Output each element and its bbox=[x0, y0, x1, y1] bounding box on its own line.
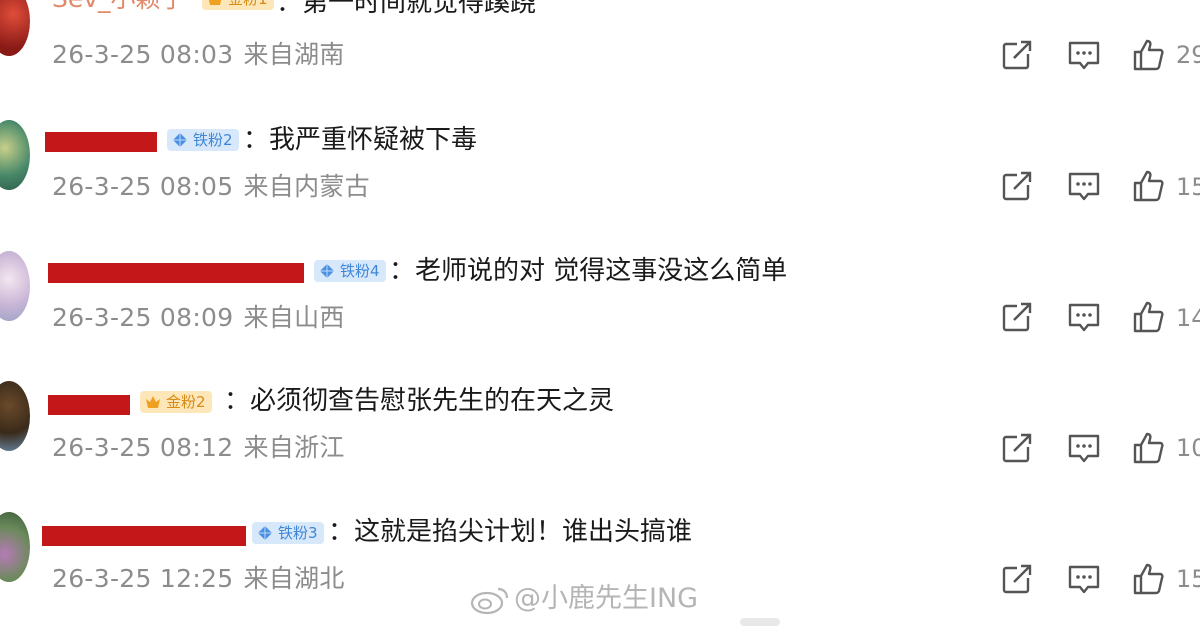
comment-location: 来自内蒙古 bbox=[243, 172, 370, 201]
like-button[interactable] bbox=[1132, 431, 1166, 465]
watermark-text: @小鹿先生ING bbox=[514, 583, 699, 614]
comment-location: 来自山西 bbox=[243, 303, 345, 332]
thumbs-up-icon bbox=[1133, 170, 1164, 202]
fan-badge: 铁粉3 bbox=[252, 522, 324, 544]
share-icon bbox=[1002, 433, 1033, 463]
share-button[interactable] bbox=[1000, 300, 1034, 334]
comment-icon bbox=[1068, 41, 1100, 70]
weibo-logo-icon bbox=[470, 585, 510, 615]
like-count: 14 bbox=[1176, 304, 1200, 332]
username[interactable]: Sev_小颖了 bbox=[52, 0, 192, 14]
comment-button[interactable] bbox=[1067, 431, 1101, 465]
username-wrap[interactable] bbox=[48, 257, 304, 287]
redaction-bar bbox=[42, 526, 246, 546]
share-icon bbox=[1002, 302, 1033, 332]
comment-meta: 26-3-25 08:03 来自湖南 bbox=[52, 38, 345, 72]
comment-button[interactable] bbox=[1067, 169, 1101, 203]
comment-meta: 26-3-25 12:25 来自湖北 bbox=[52, 562, 345, 596]
comment-meta: 26-3-25 08:05 来自内蒙古 bbox=[52, 170, 370, 204]
comment-date: 26-3-25 12:25 bbox=[52, 564, 234, 593]
comment-text: ：第一时间就觉得蹊跷 bbox=[276, 0, 537, 18]
fan-badge: 金粉2 bbox=[140, 391, 212, 413]
comment-meta: 26-3-25 08:09 来自山西 bbox=[52, 301, 345, 335]
comment-button[interactable] bbox=[1067, 38, 1101, 72]
badge-label: 金粉2 bbox=[166, 393, 206, 411]
comment-item: 金粉2 ：必须彻查告慰张先生的在天之灵 26-3-25 08:12 来自浙江 10 bbox=[0, 381, 1200, 511]
comment-text: ：必须彻查告慰张先生的在天之灵 bbox=[224, 386, 615, 416]
thumbs-up-icon bbox=[1133, 39, 1164, 71]
like-button[interactable] bbox=[1132, 38, 1166, 72]
crown-icon bbox=[207, 0, 223, 7]
watermark: @小鹿先生ING bbox=[470, 580, 698, 618]
comment-item: 铁粉2 ：我严重怀疑被下毒 26-3-25 08:05 来自内蒙古 15 bbox=[0, 118, 1200, 248]
comment-item: 铁粉3 ：这就是掐尖计划！谁出头搞谁 26-3-25 12:25 来自湖北 15 bbox=[0, 512, 1200, 642]
fan-badge: 铁粉4 bbox=[314, 260, 386, 282]
like-count: 15 bbox=[1176, 173, 1200, 201]
comment-date: 26-3-25 08:05 bbox=[52, 172, 234, 201]
share-icon bbox=[1002, 564, 1033, 594]
comment-date: 26-3-25 08:03 bbox=[52, 40, 234, 69]
comment-icon bbox=[1068, 303, 1100, 332]
comment-button[interactable] bbox=[1067, 300, 1101, 334]
comment-icon bbox=[1068, 434, 1100, 463]
comment-icon bbox=[1068, 565, 1100, 594]
badge-label: 铁粉4 bbox=[340, 262, 380, 280]
comment-location: 来自湖北 bbox=[243, 564, 345, 593]
like-button[interactable] bbox=[1132, 300, 1166, 334]
crown-icon bbox=[145, 394, 161, 410]
badge-label: 金粉1 bbox=[228, 0, 268, 8]
comment-text: ：我严重怀疑被下毒 bbox=[243, 125, 478, 155]
avatar[interactable] bbox=[0, 381, 30, 451]
share-button[interactable] bbox=[1000, 38, 1034, 72]
share-icon bbox=[1002, 171, 1033, 201]
comment-date: 26-3-25 08:09 bbox=[52, 303, 234, 332]
comment-location: 来自浙江 bbox=[243, 433, 345, 462]
like-count: 10 bbox=[1176, 434, 1200, 462]
username-wrap[interactable] bbox=[45, 126, 157, 156]
redaction-bar bbox=[45, 132, 157, 152]
comment-location: 来自湖南 bbox=[243, 40, 345, 69]
comment-date: 26-3-25 08:12 bbox=[52, 433, 234, 462]
username-wrap[interactable] bbox=[42, 520, 246, 550]
fan-badge: 铁粉2 bbox=[167, 129, 239, 151]
thumbs-up-icon bbox=[1133, 563, 1164, 595]
share-button[interactable] bbox=[1000, 562, 1034, 596]
comment-button[interactable] bbox=[1067, 562, 1101, 596]
redaction-bar bbox=[48, 263, 304, 283]
share-button[interactable] bbox=[1000, 169, 1034, 203]
avatar[interactable] bbox=[0, 0, 30, 56]
avatar[interactable] bbox=[0, 251, 30, 321]
diamond-icon bbox=[172, 132, 188, 148]
thumbs-up-icon bbox=[1133, 432, 1164, 464]
diamond-icon bbox=[257, 525, 273, 541]
fan-badge: 金粉1 bbox=[202, 0, 274, 10]
redaction-bar bbox=[48, 395, 130, 415]
share-icon bbox=[1002, 40, 1033, 70]
avatar[interactable] bbox=[0, 512, 30, 582]
like-count: 29 bbox=[1176, 41, 1200, 69]
scroll-indicator bbox=[740, 618, 780, 626]
comment-icon bbox=[1068, 172, 1100, 201]
comment-item: 铁粉4 ：老师说的对 觉得这事没这么简单 26-3-25 08:09 来自山西 1… bbox=[0, 249, 1200, 379]
badge-label: 铁粉3 bbox=[278, 524, 318, 542]
like-button[interactable] bbox=[1132, 562, 1166, 596]
thumbs-up-icon bbox=[1133, 301, 1164, 333]
comment-text: ：老师说的对 觉得这事没这么简单 bbox=[389, 256, 788, 286]
like-count: 15 bbox=[1176, 565, 1200, 593]
share-button[interactable] bbox=[1000, 431, 1034, 465]
badge-label: 铁粉2 bbox=[193, 131, 233, 149]
username-wrap[interactable] bbox=[48, 389, 130, 419]
comment-item: Sev_小颖了 金粉1 ：第一时间就觉得蹊跷 26-3-25 08:03 来自湖南… bbox=[0, 0, 1200, 130]
like-button[interactable] bbox=[1132, 169, 1166, 203]
diamond-icon bbox=[319, 263, 335, 279]
username-wrap[interactable]: Sev_小颖了 bbox=[52, 0, 192, 14]
avatar[interactable] bbox=[0, 120, 30, 190]
comment-meta: 26-3-25 08:12 来自浙江 bbox=[52, 431, 345, 465]
comment-text: ：这就是掐尖计划！谁出头搞谁 bbox=[328, 517, 693, 547]
